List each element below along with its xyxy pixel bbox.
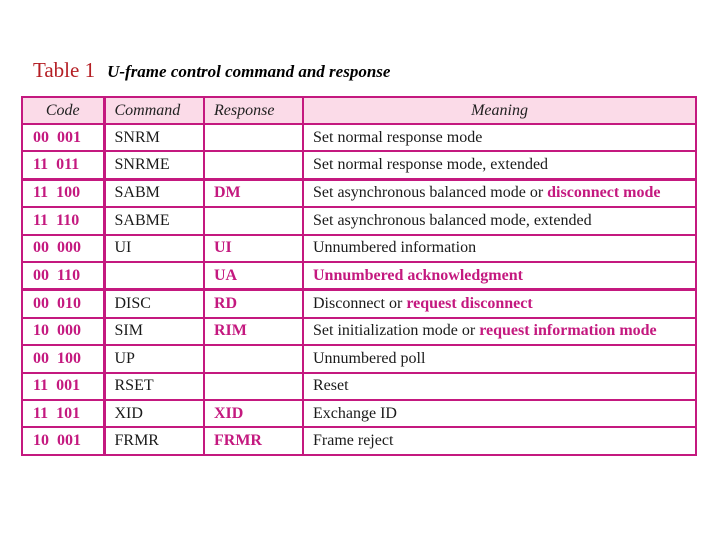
cell-response: RD [203, 288, 304, 319]
meaning-text: Set asynchronous balanced mode, extended [313, 211, 592, 229]
cell-code: 00 100 [21, 344, 106, 374]
meaning-response-text: request disconnect [406, 295, 533, 313]
cell-response: DM [203, 177, 304, 209]
cell-code: 10 000 [21, 316, 106, 347]
cell-meaning: Set asynchronous balanced mode or discon… [302, 177, 697, 209]
cell-response [203, 122, 304, 153]
table-row: 11 110 SABME Set asynchronous balanced mod… [21, 206, 697, 236]
meaning-text: Disconnect or [313, 295, 407, 313]
cell-code: 11 101 [21, 398, 106, 429]
meaning-response-text: request information mode [479, 322, 657, 340]
table-row: 00 000 UI UI Unnumbered information [21, 233, 697, 263]
meaning-text: Set initialization mode or [313, 322, 480, 340]
cell-response: UI [203, 233, 304, 263]
cell-command: XID [103, 398, 205, 429]
cell-meaning: Set normal response mode, extended [302, 150, 697, 181]
cell-meaning: Unnumbered information [302, 233, 697, 263]
cell-command: SNRME [103, 150, 205, 181]
table-title: U-frame control command and response [107, 62, 391, 81]
meaning-response-text: Unnumbered acknowledgment [313, 266, 523, 284]
table-row: 00 110 UA Unnumbered acknowledgment [21, 260, 697, 291]
cell-command: SIM [103, 316, 205, 347]
meaning-text: Frame reject [313, 431, 394, 449]
header-command: Command [103, 96, 205, 125]
table-row: 11 101 XID XID Exchange ID [21, 398, 697, 429]
meaning-text: Unnumbered poll [313, 349, 426, 367]
table-header-row: Code Command Response Meaning [21, 96, 697, 125]
header-response: Response [203, 96, 304, 125]
header-meaning: Meaning [302, 96, 697, 125]
meaning-text: Set asynchronous balanced mode or [313, 184, 548, 202]
cell-meaning: Set asynchronous balanced mode, extended [302, 206, 697, 236]
cell-meaning: Unnumbered acknowledgment [302, 260, 697, 291]
table-row: 00 001 SNRM Set normal response mode [21, 122, 697, 153]
cell-response [203, 206, 304, 236]
cell-command: SNRM [103, 122, 205, 153]
table-row: 00 100 UP Unnumbered poll [21, 344, 697, 374]
cell-meaning: Disconnect or request disconnect [302, 288, 697, 319]
cell-response [203, 371, 304, 401]
table-row: 00 010 DISC RD Disconnect or request discon… [21, 288, 697, 319]
cell-command: UI [103, 233, 205, 263]
cell-code: 11 001 [21, 371, 106, 401]
cell-code: 11 100 [21, 177, 106, 209]
cell-code: 10 001 [21, 426, 106, 456]
cell-meaning: Set initialization mode or request infor… [302, 316, 697, 347]
cell-command: SABME [103, 206, 205, 236]
cell-response: XID [203, 398, 304, 429]
cell-response: RIM [203, 316, 304, 347]
cell-code: 11 011 [21, 150, 106, 181]
cell-meaning: Exchange ID [302, 398, 697, 429]
table-row: 10 000 SIM RIM Set initialization mode or r… [21, 316, 697, 347]
cell-meaning: Unnumbered poll [302, 344, 697, 374]
cell-command: UP [103, 344, 205, 374]
meaning-text: Set normal response mode, extended [313, 156, 549, 174]
meaning-text: Exchange ID [313, 404, 397, 422]
cell-response [203, 150, 304, 181]
table-row: 11 011 SNRME Set normal response mode, ext… [21, 150, 697, 181]
table-number: Table 1 [33, 58, 96, 82]
cell-code: 00 010 [21, 288, 106, 319]
cell-response: UA [203, 260, 304, 291]
meaning-response-text: disconnect mode [547, 184, 661, 202]
cell-response: FRMR [203, 426, 304, 456]
cell-command: FRMR [103, 426, 205, 456]
table-body: 00 001 SNRM Set normal response mode 11 011… [21, 122, 697, 456]
cell-code: 11 110 [21, 206, 106, 236]
cell-meaning: Set normal response mode [302, 122, 697, 153]
cell-meaning: Frame reject [302, 426, 697, 456]
meaning-text: Unnumbered information [313, 239, 477, 257]
header-code: Code [21, 96, 106, 125]
cell-code: 00 110 [21, 260, 106, 291]
table-row: 11 100 SABM DM Set asynchronous balanced mo… [21, 177, 697, 209]
u-frame-table: Code Command Response Meaning 00 001 SNRM… [21, 96, 697, 456]
meaning-text: Set normal response mode [313, 128, 483, 146]
meaning-text: Reset [313, 377, 349, 395]
cell-response [203, 344, 304, 374]
cell-command: DISC [103, 288, 205, 319]
cell-command [103, 260, 205, 291]
cell-command: RSET [103, 371, 205, 401]
cell-code: 00 000 [21, 233, 106, 263]
cell-meaning: Reset [302, 371, 697, 401]
table-caption: Table 1 U-frame control command and resp… [33, 60, 390, 81]
table-row: 10 001 FRMR FRMR Frame reject [21, 426, 697, 456]
cell-command: SABM [103, 177, 205, 209]
table-row: 11 001 RSET Reset [21, 371, 697, 401]
cell-code: 00 001 [21, 122, 106, 153]
